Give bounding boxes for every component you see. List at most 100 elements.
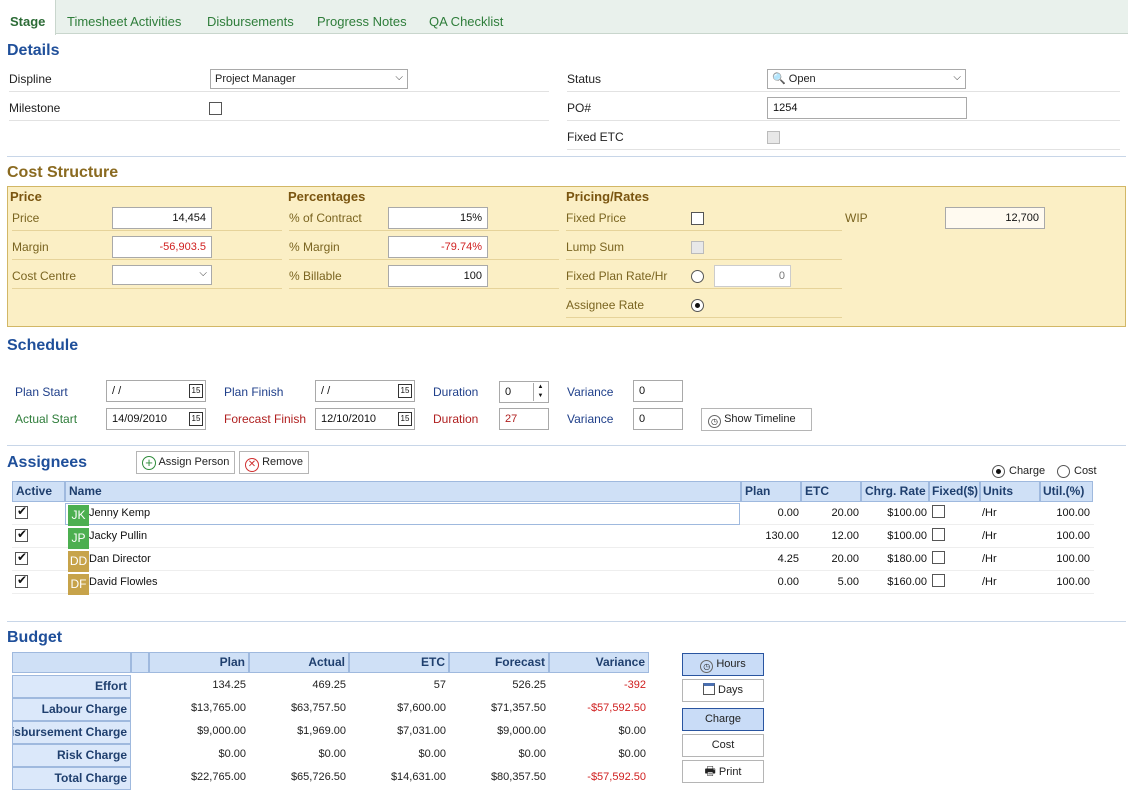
- duration-field[interactable]: 27: [499, 408, 549, 430]
- calendar-icon[interactable]: 15: [189, 412, 203, 426]
- spinner-arrows-icon[interactable]: ▲ ▼: [533, 383, 547, 401]
- etc-value: 20.00: [831, 553, 859, 565]
- plan-finish-field[interactable]: / /15: [315, 380, 415, 402]
- avatar: DD: [68, 551, 89, 572]
- tab-disbursements[interactable]: Disbursements: [197, 0, 304, 34]
- column-header-forecast[interactable]: Forecast: [449, 652, 549, 673]
- table-row[interactable]: JK Jenny Kemp 0.00 20.00 $100.00 /Hr 100…: [12, 502, 1094, 526]
- charge-radio[interactable]: [992, 465, 1005, 478]
- cost-centre-select[interactable]: ⌵: [112, 265, 212, 285]
- budget-cell: $71,357.50: [490, 702, 546, 714]
- avatar: JP: [68, 528, 89, 549]
- tab-timesheet-activities[interactable]: Timesheet Activities: [57, 0, 191, 34]
- column-header-name[interactable]: Name: [65, 481, 741, 502]
- active-checkbox[interactable]: [15, 504, 28, 519]
- print-button[interactable]: 🖶 Print: [682, 760, 764, 783]
- column-header-variance[interactable]: Variance: [549, 652, 649, 673]
- calendar-icon[interactable]: 15: [398, 384, 412, 398]
- column-header-units[interactable]: Units: [980, 481, 1040, 502]
- milestone-checkbox[interactable]: [209, 102, 222, 115]
- column-header-active[interactable]: Active: [12, 481, 65, 502]
- plan-start-label: Plan Start: [15, 385, 68, 399]
- discipline-select[interactable]: Project Manager ⌵: [210, 69, 408, 89]
- variance-field[interactable]: 0: [633, 380, 683, 402]
- actual-start-field[interactable]: 14/09/2010 15: [106, 408, 206, 430]
- column-header-fixed[interactable]: Fixed($): [929, 481, 980, 502]
- charge-button[interactable]: Charge: [682, 708, 764, 731]
- etc-value: 5.00: [837, 576, 859, 588]
- duration-label: Duration: [433, 385, 479, 399]
- column-header-actual[interactable]: Actual: [249, 652, 349, 673]
- margin-field[interactable]: -56,903.5: [112, 236, 212, 258]
- fixed-plan-rate-radio[interactable]: [691, 270, 704, 283]
- assignee-rate-radio[interactable]: [691, 299, 704, 312]
- days-button[interactable]: Days: [682, 679, 764, 702]
- table-row[interactable]: DD Dan Director 4.25 20.00 $180.00 /Hr 1…: [12, 548, 1094, 572]
- units-value: /Hr: [982, 530, 997, 542]
- table-row[interactable]: DF David Flowles 0.00 5.00 $160.00 /Hr 1…: [12, 571, 1094, 595]
- column-header-etc[interactable]: ETC: [801, 481, 861, 502]
- fixed-checkbox[interactable]: [932, 528, 945, 541]
- budget-cell: -$57,592.50: [587, 771, 646, 783]
- price-heading: Price: [10, 189, 42, 204]
- active-checkbox[interactable]: [15, 527, 28, 542]
- tab-progress-notes[interactable]: Progress Notes: [307, 0, 417, 34]
- fixed-checkbox[interactable]: [932, 574, 945, 587]
- fixed-etc-checkbox[interactable]: [767, 131, 780, 144]
- pct-contract-field[interactable]: 15%: [388, 207, 488, 229]
- cost-button[interactable]: Cost: [682, 734, 764, 757]
- hours-button[interactable]: ◷ Hours: [682, 653, 764, 676]
- budget-row-label: Disbursement Charge: [12, 721, 131, 744]
- column-header-plan[interactable]: Plan: [741, 481, 801, 502]
- calendar-icon[interactable]: 15: [398, 412, 412, 426]
- show-timeline-button[interactable]: ◷ Show Timeline: [701, 408, 812, 431]
- status-select[interactable]: 🔍 Open ⌵: [767, 69, 966, 89]
- active-checkbox[interactable]: [15, 573, 28, 588]
- plan-value: 0.00: [777, 576, 799, 588]
- table-row[interactable]: JP Jacky Pullin 130.00 12.00 $100.00 /Hr…: [12, 525, 1094, 549]
- budget-cell: 469.25: [312, 679, 346, 691]
- tab-qa-checklist[interactable]: QA Checklist: [419, 0, 513, 34]
- pct-margin-field[interactable]: -79.74%: [388, 236, 488, 258]
- fixed-plan-rate-label: Fixed Plan Rate/Hr: [566, 269, 842, 289]
- name-cell-focus[interactable]: [65, 503, 740, 525]
- plan-start-field[interactable]: / /15: [106, 380, 206, 402]
- fixed-checkbox[interactable]: [932, 505, 945, 518]
- budget-cell: $0.00: [518, 748, 546, 760]
- avatar: DF: [68, 574, 89, 595]
- chevron-down-icon: ⌵: [953, 72, 961, 83]
- calendar-icon: [702, 683, 715, 695]
- budget-cell: $0.00: [418, 748, 446, 760]
- active-checkbox[interactable]: [15, 550, 28, 565]
- variance-field[interactable]: 0: [633, 408, 683, 430]
- column-header-plan[interactable]: Plan: [149, 652, 249, 673]
- pct-billable-field[interactable]: 100: [388, 265, 488, 287]
- remove-button[interactable]: ✕ Remove: [239, 451, 309, 474]
- po-field[interactable]: 1254: [767, 97, 967, 119]
- lump-sum-checkbox[interactable]: [691, 241, 704, 254]
- chevron-down-icon: ⌵: [395, 72, 403, 83]
- cost-radio[interactable]: [1057, 465, 1070, 478]
- fixed-plan-rate-field[interactable]: 0: [714, 265, 791, 287]
- milestone-label: Milestone: [9, 101, 549, 121]
- budget-row-label: Labour Charge: [12, 698, 131, 721]
- price-field[interactable]: 14,454: [112, 207, 212, 229]
- budget-cell: $13,765.00: [190, 702, 246, 714]
- fixed-price-checkbox[interactable]: [691, 212, 704, 225]
- fixed-checkbox[interactable]: [932, 551, 945, 564]
- budget-cell: $14,631.00: [390, 771, 446, 783]
- budget-cell: 57: [433, 679, 446, 691]
- column-header-chrg-rate[interactable]: Chrg. Rate: [861, 481, 929, 502]
- clock-icon: ◷: [708, 415, 721, 428]
- rate-value: $180.00: [887, 553, 927, 565]
- plan-finish-label: Plan Finish: [224, 385, 284, 399]
- budget-cell: $7,600.00: [397, 702, 446, 714]
- calendar-icon[interactable]: 15: [189, 384, 203, 398]
- forecast-finish-field[interactable]: 12/10/2010 15: [315, 408, 415, 430]
- tab-stage[interactable]: Stage: [0, 0, 57, 35]
- wip-field[interactable]: 12,700: [945, 207, 1045, 229]
- column-header-etc[interactable]: ETC: [349, 652, 449, 673]
- duration-stepper[interactable]: 0 ▲ ▼: [499, 381, 549, 403]
- column-header-util[interactable]: Util.(%): [1040, 481, 1093, 502]
- assign-person-button[interactable]: + Assign Person: [136, 451, 235, 474]
